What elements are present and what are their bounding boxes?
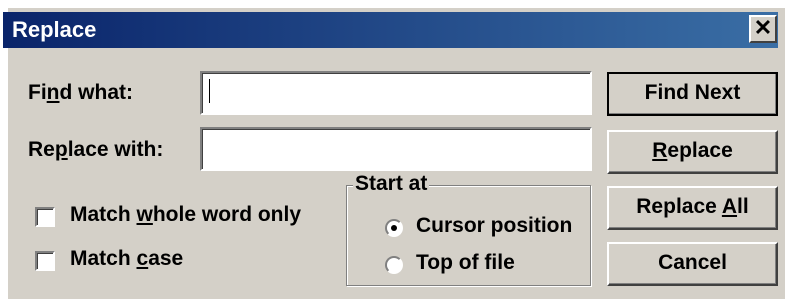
top-of-file-radio[interactable] xyxy=(385,256,403,274)
replace-with-input[interactable] xyxy=(200,127,592,171)
start-at-group: Start at Cursor position Top of file xyxy=(346,172,591,286)
top-of-file-label[interactable]: Top of file xyxy=(416,251,515,275)
cancel-button[interactable]: Cancel xyxy=(607,242,778,286)
cursor-position-radio[interactable] xyxy=(385,219,403,237)
find-next-button[interactable]: Find Next xyxy=(607,72,778,116)
title-bar[interactable]: Replace ✕ xyxy=(3,12,778,48)
match-case-checkbox[interactable] xyxy=(35,251,55,271)
cursor-position-label[interactable]: Cursor position xyxy=(416,214,572,238)
text-caret xyxy=(209,79,210,103)
close-icon: ✕ xyxy=(753,15,773,40)
replace-with-label: Replace with: xyxy=(28,138,164,161)
match-whole-word-label[interactable]: Match whole word only xyxy=(70,203,301,227)
match-case-label[interactable]: Match case xyxy=(70,247,183,271)
dialog-title: Replace xyxy=(12,17,97,42)
close-button[interactable]: ✕ xyxy=(749,15,777,43)
find-what-input[interactable] xyxy=(200,71,592,115)
replace-all-button[interactable]: Replace All xyxy=(607,186,778,230)
start-at-legend: Start at xyxy=(353,172,430,196)
replace-button[interactable]: Replace xyxy=(607,130,778,174)
match-whole-word-checkbox[interactable] xyxy=(35,207,55,227)
find-what-label: Find what: xyxy=(28,81,133,104)
